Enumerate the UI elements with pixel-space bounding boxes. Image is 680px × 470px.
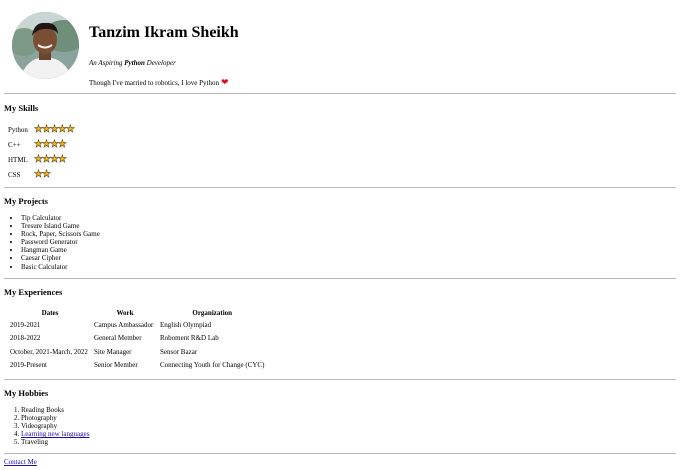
table-cell: General Member xyxy=(94,334,142,343)
skill-rating: ★★★★ xyxy=(34,139,68,150)
table-cell: Senior Member xyxy=(94,361,138,370)
table-cell: Roboment R&D Lab xyxy=(160,334,219,343)
profile-page: Tanzim Ikram Sheikh An Aspiring Python D… xyxy=(0,0,680,470)
table-cell: Site Manager xyxy=(94,347,132,356)
table-cell: Sensor Bazar xyxy=(160,347,198,356)
projects-title: My Projects xyxy=(4,196,48,206)
list-item: Caesar Cipher xyxy=(21,254,100,262)
skill-label: HTML xyxy=(8,156,28,164)
tagline-suffix: Developer xyxy=(144,59,176,67)
list-item: Reading Books xyxy=(21,406,89,414)
hobbies-list: Reading BooksPhotographyVideographyLearn… xyxy=(4,406,89,446)
header-dates: Dates xyxy=(41,309,59,318)
profile-name: Tanzim Ikram Sheikh xyxy=(89,24,239,41)
skills-title: My Skills xyxy=(4,103,39,113)
table-cell: English Olympiad xyxy=(160,320,212,329)
hobby-link-learning-languages[interactable]: Learning new languages xyxy=(21,430,89,438)
list-item[interactable]: Learning new languages xyxy=(21,430,89,438)
list-item: Videography xyxy=(21,422,89,430)
skill-row: Python ★★★★★ xyxy=(8,124,208,136)
list-item: Photography xyxy=(21,414,89,422)
experiences-table: Dates Work Organization 2019-2021 Campus … xyxy=(8,309,266,372)
skill-rating: ★★★★★ xyxy=(34,124,76,135)
skill-row: C++ ★★★★ xyxy=(8,139,208,151)
tagline-prefix: An Aspiring xyxy=(89,59,125,67)
divider xyxy=(4,187,676,188)
contact-me-link[interactable]: Contact Me xyxy=(4,458,37,466)
divider xyxy=(4,93,676,94)
divider xyxy=(4,278,676,279)
table-cell: Campus Ambassador xyxy=(94,320,154,329)
skill-row: HTML ★★★★ xyxy=(8,154,208,166)
list-item: Tip Calculator xyxy=(21,214,100,222)
table-cell: 2018-2022 xyxy=(10,334,41,343)
list-item: Password Generator xyxy=(21,238,100,246)
table-cell: October, 2021-March, 2022 xyxy=(10,347,88,356)
heart-icon: ❤ xyxy=(220,77,229,87)
table-row: October, 2021-March, 2022 Site Manager Sen… xyxy=(8,345,266,359)
profile-bio: Though I've married to robotics, I love … xyxy=(89,77,229,88)
star-icon: ★ xyxy=(41,169,52,180)
divider xyxy=(4,453,676,454)
table-cell: Connecting Youth for Change (CYC) xyxy=(160,361,265,370)
skill-row: CSS ★★ xyxy=(8,169,208,181)
tagline-bold: Python xyxy=(124,59,145,67)
star-icon: ★ xyxy=(57,139,68,150)
list-item: Traveling xyxy=(21,438,89,446)
star-icon: ★ xyxy=(57,154,68,165)
header-organization: Organization xyxy=(192,309,233,318)
list-item: Basic Calculator xyxy=(21,263,100,271)
table-row: 2019-Present Senior Member Connecting Yout… xyxy=(8,359,266,373)
skill-label: C++ xyxy=(8,141,21,149)
table-header-row: Dates Work Organization xyxy=(8,309,266,318)
experiences-body: 2019-2021 Campus Ambassador English Olympi… xyxy=(8,318,266,372)
list-item: Rock, Paper, Scissors Game xyxy=(21,230,100,238)
skill-rating: ★★★★ xyxy=(34,154,68,165)
avatar xyxy=(12,12,79,79)
projects-list: Tip CalculatorTresure Island GameRock, P… xyxy=(4,214,100,271)
divider xyxy=(4,379,676,380)
list-item: Tresure Island Game xyxy=(21,222,100,230)
table-row: 2019-2021 Campus Ambassador English Olympi… xyxy=(8,318,266,332)
header-work: Work xyxy=(116,309,134,318)
table-cell: 2019-2021 xyxy=(10,320,41,329)
skill-label: CSS xyxy=(8,171,21,179)
list-item: Hangman Game xyxy=(21,246,100,254)
experiences-title: My Experiences xyxy=(4,287,63,297)
profile-tagline: An Aspiring Python Developer xyxy=(89,59,176,67)
hobbies-title: My Hobbies xyxy=(4,388,49,398)
skill-label: Python xyxy=(8,126,28,134)
star-icon: ★ xyxy=(65,124,76,135)
table-row: 2018-2022 General Member Roboment R&D Lab xyxy=(8,332,266,346)
table-cell: 2019-Present xyxy=(10,361,47,370)
profile-header: Tanzim Ikram Sheikh An Aspiring Python D… xyxy=(12,12,672,87)
bio-text: Though I've married to robotics, I love … xyxy=(89,79,219,87)
skill-rating: ★★ xyxy=(34,169,52,180)
